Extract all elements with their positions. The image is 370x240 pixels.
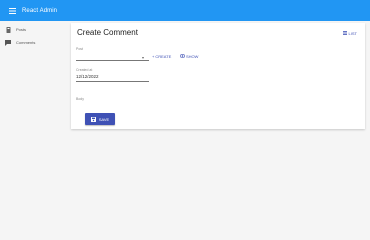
hamburger-menu-icon (8, 7, 16, 14)
show-post-label: SHOW (186, 54, 199, 59)
sidebar-item-comments[interactable]: Comments (0, 36, 70, 49)
eye-icon (179, 54, 186, 59)
save-button[interactable]: SAVE (85, 113, 115, 125)
chat-bubble-icon (5, 39, 11, 46)
list-button[interactable]: LIST (342, 31, 357, 36)
post-select-underline (76, 60, 149, 61)
post-label: Post (76, 47, 84, 51)
list-icon (342, 31, 347, 36)
create-post-button[interactable]: + CREATE (152, 54, 171, 59)
app-bar: React Admin (0, 0, 370, 21)
created-at-label: Created at (76, 68, 93, 72)
create-form-card: Create Comment LIST Post ▾ + CREATE SHOW… (71, 23, 365, 129)
show-post-button[interactable]: SHOW (179, 54, 199, 59)
created-at-underline (76, 81, 149, 82)
sidebar: Posts Comments (0, 21, 70, 240)
create-post-label: CREATE (155, 54, 172, 59)
plus-icon: + (152, 54, 155, 59)
list-button-label: LIST (348, 31, 357, 36)
menu-button[interactable] (4, 0, 20, 21)
app-title: React Admin (22, 7, 58, 14)
sidebar-item-label: Posts (16, 27, 27, 32)
sidebar-item-posts[interactable]: Posts (0, 23, 70, 36)
body-label: Body (76, 97, 84, 101)
created-at-input[interactable]: 12/12/2022 (76, 74, 99, 79)
page-title: Create Comment (77, 28, 138, 37)
book-icon (5, 26, 11, 33)
save-button-label: SAVE (98, 116, 110, 122)
sidebar-item-label: Comments (16, 40, 36, 45)
save-icon (90, 116, 96, 122)
